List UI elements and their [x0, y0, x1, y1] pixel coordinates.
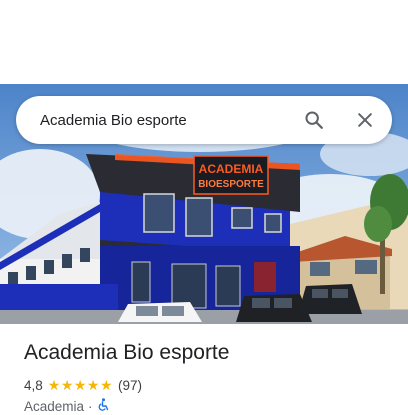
separator-dot: · — [88, 398, 93, 414]
rating-row[interactable]: 4,8 ★★★★★ (97) — [24, 376, 142, 394]
search-bar[interactable] — [16, 96, 392, 144]
category-row: Academia · — [24, 397, 109, 415]
top-blank-area — [0, 0, 408, 84]
close-icon[interactable] — [353, 108, 377, 132]
search-input[interactable] — [40, 108, 290, 132]
place-title: Academia Bio esporte — [24, 341, 230, 364]
sign-line2: BIOESPORTE — [198, 179, 264, 190]
review-count[interactable]: (97) — [118, 378, 142, 393]
wheelchair-icon — [97, 398, 109, 414]
rating-value: 4,8 — [24, 377, 43, 393]
search-icon[interactable] — [302, 108, 326, 132]
place-category: Academia — [24, 398, 85, 414]
rating-stars: ★★★★★ — [47, 376, 114, 393]
sign-line1: ACADEMIA — [199, 162, 264, 176]
